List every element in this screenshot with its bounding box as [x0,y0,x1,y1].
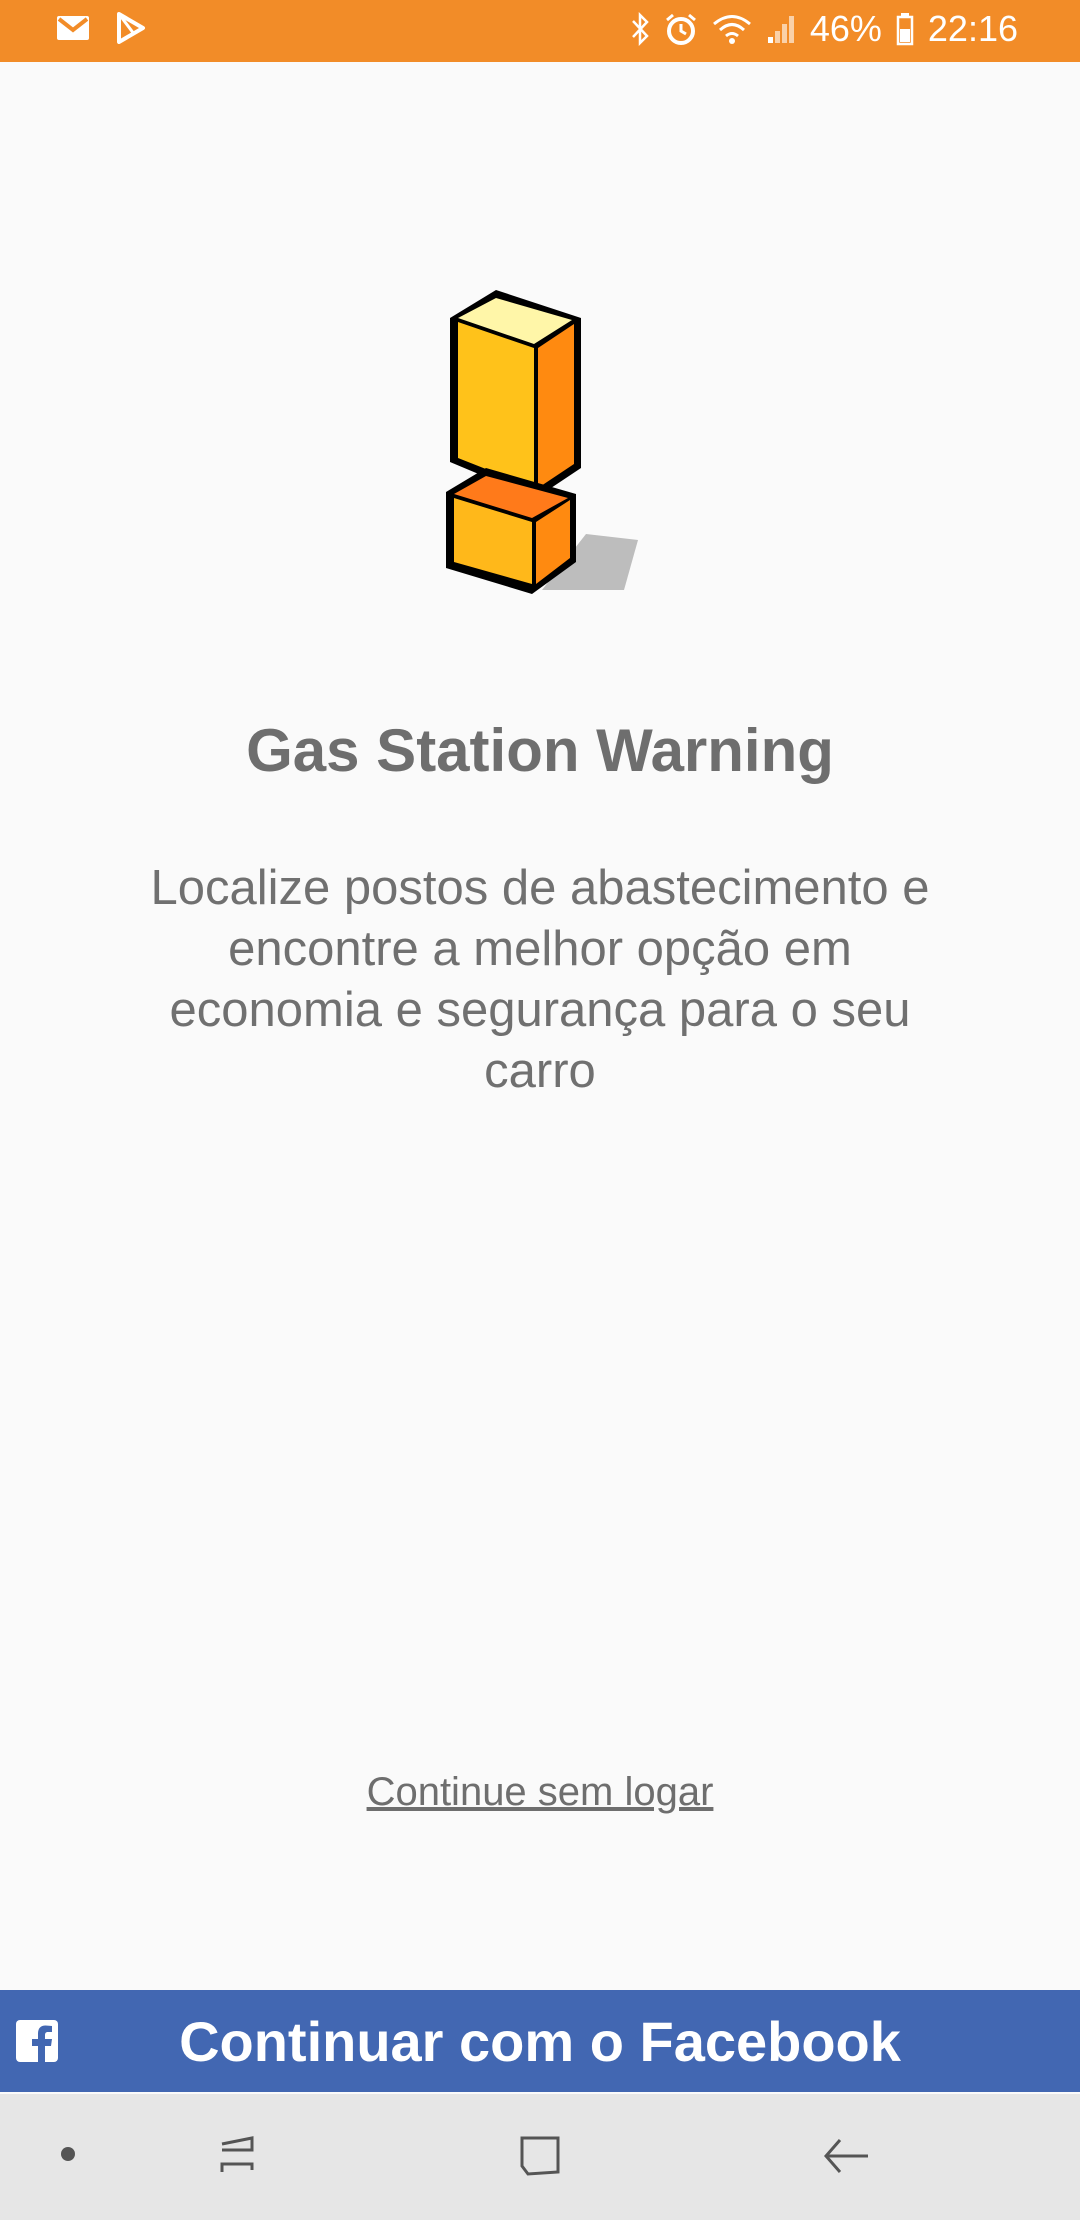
app-description: Localize postos de abastecimento e encon… [150,861,930,1098]
battery-icon [896,12,914,46]
status-bar: 46% 22:16 [0,0,1080,62]
app-title: Gas Station Warning [246,717,834,784]
wifi-icon [712,13,752,45]
battery-percent: 46% [809,8,882,49]
exclamation-warning-icon [436,278,646,602]
navigation-bar [0,2094,1080,2220]
signal-icon [766,13,796,45]
gmail-icon [56,15,90,41]
dot-icon[interactable] [40,2132,100,2182]
clock: 22:16 [927,8,1018,49]
recent-apps-icon[interactable] [212,2132,272,2182]
facebook-button-label: Continuar com o Facebook [179,2009,901,2073]
facebook-icon [16,2020,58,2062]
back-icon[interactable] [816,2132,876,2182]
play-store-icon [116,12,146,44]
bluetooth-icon [630,12,650,46]
continue-without-login-link[interactable]: Continue sem logar [0,1770,1080,1815]
alarm-icon [664,12,698,46]
facebook-login-button[interactable]: Continuar com o Facebook [0,1990,1080,2092]
home-icon[interactable] [514,2132,574,2182]
